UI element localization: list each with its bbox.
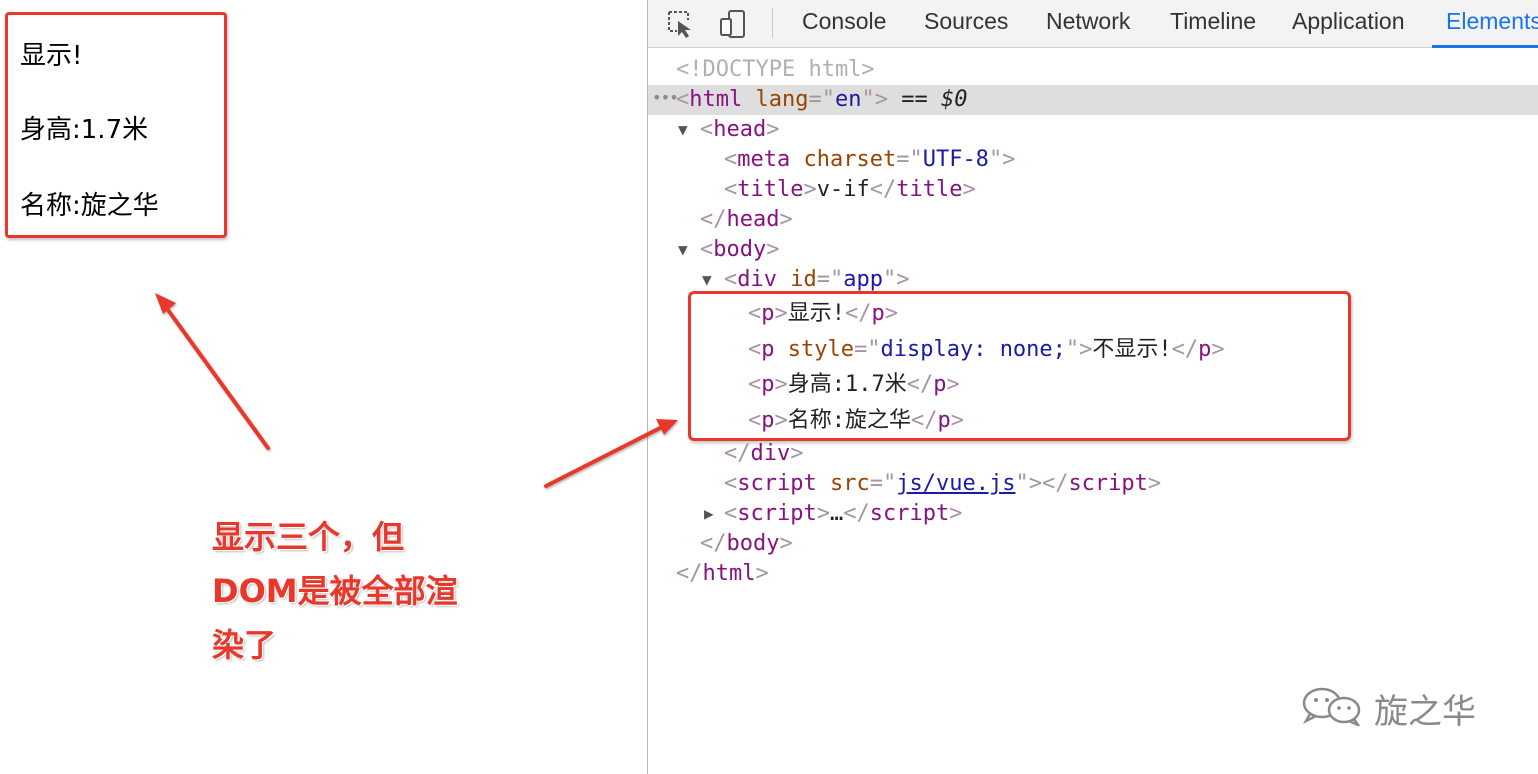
attr-name: src xyxy=(829,471,870,496)
wechat-icon xyxy=(1300,686,1368,730)
watermark-text: 旋之华 xyxy=(1374,692,1476,732)
tree-node-body[interactable]: ▼ <body> xyxy=(648,235,1538,265)
tab-sources[interactable]: Sources xyxy=(924,8,1008,35)
tag-name: script xyxy=(737,471,817,496)
tree-node-html[interactable]: ••• <html lang="en"> == $0 xyxy=(648,85,1538,115)
tag-name: div xyxy=(737,267,777,292)
collapse-triangle-icon[interactable]: ▶ xyxy=(704,499,714,529)
tree-node-head[interactable]: ▼ <head> xyxy=(648,115,1538,145)
tag-name: html xyxy=(689,87,743,112)
annotation-note: 显示三个，但 DOM是被全部渲 染了 xyxy=(212,510,472,672)
tag-name: title xyxy=(896,177,963,202)
rendered-page-panel: 显示! 身高:1.7米 名称:旋之华 显示三个，但 DOM是被全部渲 染了 xyxy=(0,0,647,774)
rendered-output-highlight: 显示! 身高:1.7米 名称:旋之华 xyxy=(5,12,227,238)
tab-console[interactable]: Console xyxy=(802,8,886,35)
tag-name: body xyxy=(713,237,767,262)
annotation-line: DOM是被全部渲 xyxy=(212,572,458,610)
rendered-line-name: 名称:旋之华 xyxy=(20,191,159,221)
attr-value: app xyxy=(843,267,883,292)
tag-name: script xyxy=(1068,471,1148,496)
tag-name: html xyxy=(702,561,756,586)
tree-node-div-close[interactable]: </div> xyxy=(648,439,1538,469)
device-toolbar-icon[interactable] xyxy=(718,9,748,39)
rendered-line-height: 身高:1.7米 xyxy=(20,115,149,145)
tree-node-meta[interactable]: <meta charset="UTF-8"> xyxy=(648,145,1538,175)
dom-highlight-box xyxy=(688,291,1351,441)
tree-node-script-inline[interactable]: ▶ <script>…</script> xyxy=(648,499,1538,529)
annotation-line: 染了 xyxy=(212,626,277,664)
script-src-link[interactable]: js/vue.js xyxy=(896,471,1015,496)
tag-name: title xyxy=(737,177,804,202)
tree-node-script-src[interactable]: <script src="js/vue.js"></script> xyxy=(648,469,1538,499)
tree-node-doctype[interactable]: <!DOCTYPE html> xyxy=(648,55,1538,85)
tag-name: head xyxy=(713,117,767,142)
tab-elements[interactable]: Elements xyxy=(1446,8,1538,35)
tag-name: meta xyxy=(737,147,791,172)
attr-name: id xyxy=(790,267,817,292)
inspect-element-icon[interactable] xyxy=(666,9,696,39)
rendered-line-show: 显示! xyxy=(20,41,83,71)
tag-name: script xyxy=(737,501,817,526)
collapsed-ellipsis[interactable]: … xyxy=(830,501,843,526)
tag-name: div xyxy=(750,441,791,466)
attr-value: en xyxy=(834,87,862,112)
active-tab-indicator xyxy=(1432,45,1538,48)
annotation-line: 显示三个，但 xyxy=(212,518,405,556)
toolbar-separator xyxy=(772,8,773,38)
selected-ref: == $0 xyxy=(901,87,968,112)
attr-name: charset xyxy=(803,147,897,172)
devtools-tabbar: Console Sources Network Timeline Applica… xyxy=(648,0,1538,48)
tag-name: body xyxy=(726,531,780,556)
expand-triangle-icon[interactable]: ▼ xyxy=(678,235,688,265)
tag-name: script xyxy=(869,501,950,526)
tree-node-html-close[interactable]: </html> xyxy=(648,559,1538,589)
tree-node-body-close[interactable]: </body> xyxy=(648,529,1538,559)
tab-network[interactable]: Network xyxy=(1046,8,1130,35)
tree-node-title[interactable]: <title>v-if</title> xyxy=(648,175,1538,205)
expand-triangle-icon[interactable]: ▼ xyxy=(678,115,688,145)
tab-application[interactable]: Application xyxy=(1292,8,1405,35)
attr-value: UTF-8 xyxy=(922,147,989,172)
doctype-text: <!DOCTYPE html> xyxy=(676,57,875,82)
tag-name: head xyxy=(726,207,780,232)
title-text: v-if xyxy=(816,177,870,202)
tree-node-head-close[interactable]: </head> xyxy=(648,205,1538,235)
attr-name: lang xyxy=(755,87,809,112)
more-options-icon[interactable]: ••• xyxy=(652,83,679,113)
tab-timeline[interactable]: Timeline xyxy=(1170,8,1256,35)
